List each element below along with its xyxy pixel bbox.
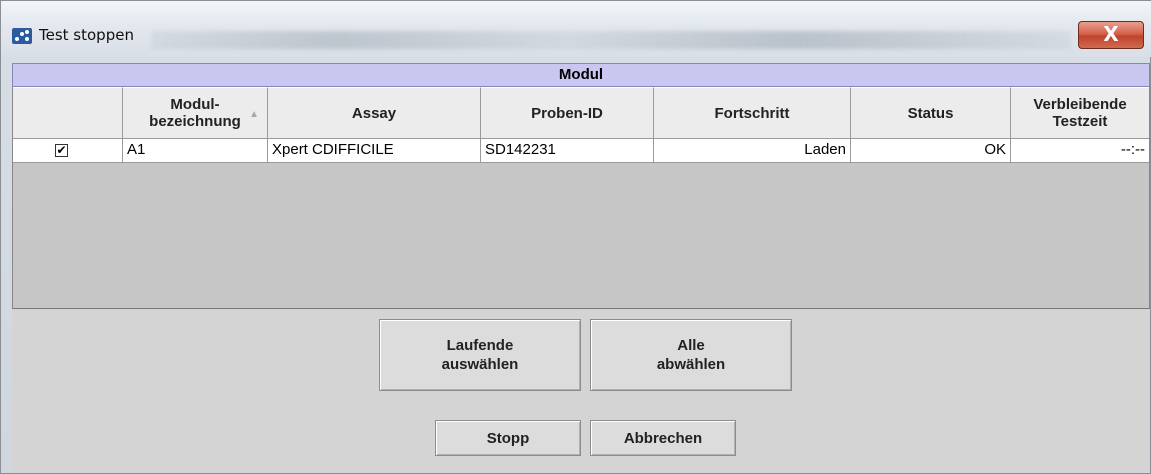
- cepheid-dots-icon: [12, 28, 32, 44]
- row-checkbox[interactable]: ✔: [55, 144, 68, 157]
- column-header-label: Proben-ID: [531, 104, 603, 122]
- title-bar[interactable]: Test stoppen X: [1, 1, 1151, 57]
- button-label: abwählen: [656, 356, 726, 373]
- column-header-label: Assay: [351, 104, 397, 122]
- table-cell-modul: A1: [123, 139, 268, 163]
- module-header: Modul: [12, 63, 1150, 87]
- button-label: Alle: [677, 337, 705, 354]
- column-header-proben-id[interactable]: Proben-ID: [481, 87, 654, 139]
- column-header-fortschritt[interactable]: Fortschritt: [654, 87, 851, 139]
- sort-ascending-icon: ▲: [249, 109, 259, 120]
- dialog-content: Modul Modul- bezeichnung ▲ Assay Proben-…: [12, 63, 1150, 472]
- close-button[interactable]: X: [1078, 21, 1144, 49]
- column-header-testzeit[interactable]: Verbleibende Testzeit: [1011, 87, 1149, 139]
- stop-button[interactable]: Stopp: [435, 420, 581, 456]
- table-cell-status: OK: [851, 139, 1011, 163]
- table-cell-assay: Xpert CDIFFICILE: [268, 139, 481, 163]
- test-stoppen-dialog: Test stoppen X Modul Modul- bezeichnung …: [0, 0, 1151, 474]
- column-header-status[interactable]: Status: [851, 87, 1011, 139]
- column-header-label: Verbleibende: [1033, 96, 1127, 113]
- button-label: Laufende: [446, 337, 514, 354]
- deselect-all-button[interactable]: Alle abwählen: [590, 319, 792, 391]
- blurred-background-strip: [151, 31, 1071, 49]
- table-cell-fortschritt: Laden: [654, 139, 851, 163]
- table-row-select-cell: ✔: [13, 139, 123, 163]
- button-label: Abbrechen: [623, 429, 703, 447]
- module-table: Modul- bezeichnung ▲ Assay Proben-ID For…: [12, 87, 1150, 309]
- column-header-assay[interactable]: Assay: [268, 87, 481, 139]
- column-header-modulbezeichnung[interactable]: Modul- bezeichnung ▲: [123, 87, 268, 139]
- cancel-button[interactable]: Abbrechen: [590, 420, 736, 456]
- close-icon: X: [1103, 22, 1119, 46]
- button-label: Stopp: [486, 429, 530, 447]
- checkmark-icon: ✔: [56, 143, 67, 157]
- column-header-label: Fortschritt: [714, 104, 790, 122]
- table-cell-testzeit: --:--: [1011, 139, 1149, 163]
- table-cell-proben-id: SD142231: [481, 139, 654, 163]
- select-running-button[interactable]: Laufende auswählen: [379, 319, 581, 391]
- column-header-select[interactable]: [13, 87, 123, 139]
- column-header-label: Testzeit: [1052, 113, 1108, 130]
- column-header-label: bezeichnung: [149, 113, 241, 130]
- button-label: auswählen: [441, 356, 519, 373]
- window-title: Test stoppen: [39, 26, 134, 44]
- column-header-label: Status: [907, 104, 954, 122]
- column-header-label: Modul-: [170, 96, 220, 113]
